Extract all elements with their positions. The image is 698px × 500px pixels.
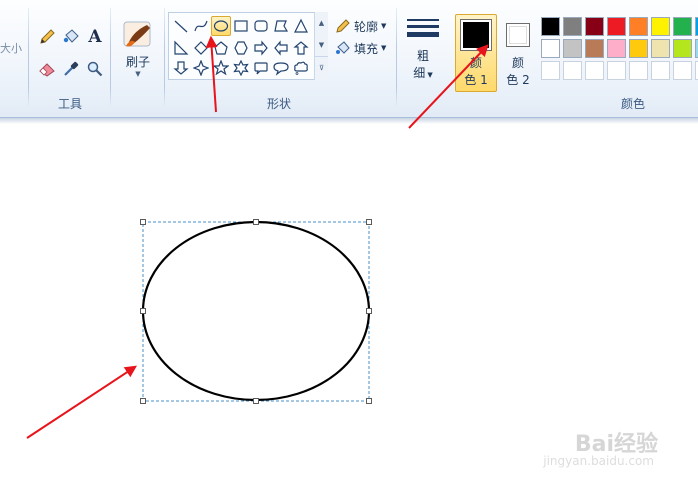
resize-handle-bottom-right[interactable] [366,398,372,404]
size-label[interactable]: 大小 [0,40,22,56]
watermark-url: jingyan.baidu.com [543,454,654,468]
brush-icon [123,21,151,47]
resize-handle-top-left[interactable] [140,219,146,225]
color-2-button[interactable]: 颜 色 2 [500,14,536,92]
color-1-label-bottom: 色 1 [464,73,488,87]
shapes-group-label: 形状 [266,97,291,111]
separator [28,8,29,108]
chevron-down-icon: ▼ [135,70,141,78]
chevron-down-icon: ▼ [427,71,433,79]
color-1-fill [463,22,489,48]
resize-handle-top[interactable] [253,219,259,225]
resize-handle-top-right[interactable] [366,219,372,225]
thickness-label-bottom: 细 ▼ [413,64,432,81]
thickness-lines-icon [407,19,439,37]
separator [110,8,111,108]
separator [396,8,397,108]
color-1-swatch [460,19,492,51]
color-2-swatch [506,23,530,47]
color-2-label-top: 颜 [511,56,524,70]
thickness-button[interactable]: 粗 细 ▼ [402,14,444,88]
brushes-label: 刷子 [125,55,150,69]
thickness-label-top: 粗 [416,49,429,63]
brushes-button[interactable]: 刷子 ▼ [116,14,160,86]
colors-group-label: 颜色 [620,97,645,111]
color-1-label-top: 颜 [469,56,482,70]
resize-handle-left[interactable] [140,308,146,314]
separator [164,8,165,108]
color-2-fill [509,26,527,44]
colors-group: 颜色 [540,6,698,114]
shapes-group: 形状 [166,6,392,114]
tools-group-label: 工具 [57,97,82,111]
thickness-label-text: 细 [413,66,426,80]
color-2-label-bottom: 色 2 [506,73,530,87]
resize-handle-bottom-left[interactable] [140,398,146,404]
resize-handle-right[interactable] [366,308,372,314]
color-1-button[interactable]: 颜 色 1 [455,14,497,92]
tools-group: 工具 [30,6,110,114]
resize-handle-bottom[interactable] [253,398,259,404]
